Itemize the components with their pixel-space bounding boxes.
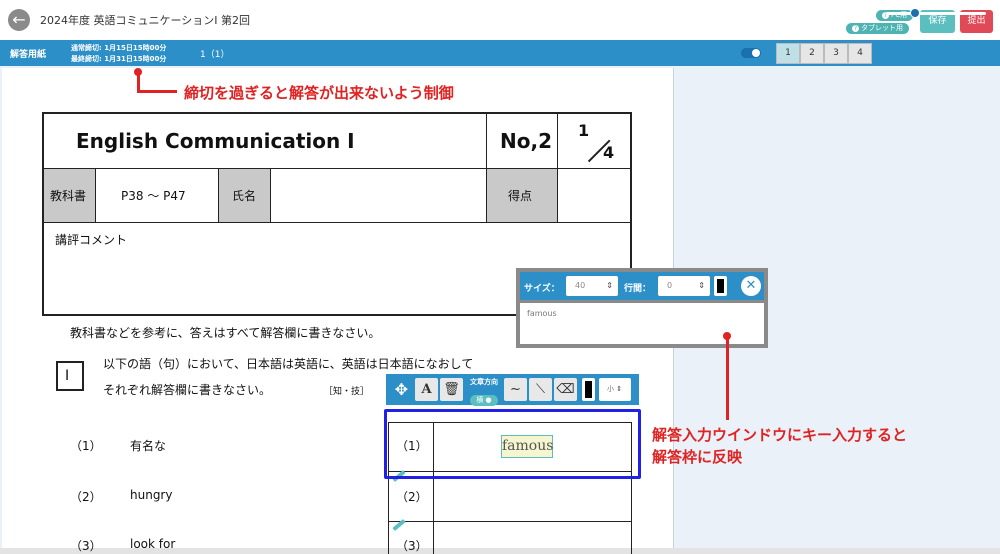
section-instruction-line2: それぞれ解答欄に書きなさい。 (103, 383, 272, 397)
size-label: サイズ： (524, 284, 560, 294)
answer-box-2[interactable] (434, 472, 632, 521)
eraser-icon[interactable]: ⌫ (554, 378, 577, 401)
page-button-2[interactable]: 2 (800, 43, 824, 64)
line-spacing-label: 行間： (624, 284, 652, 294)
text-direction-control[interactable]: 文章方向 横 ● (468, 377, 500, 406)
section-number: Ⅰ (65, 368, 70, 384)
pen-color-picker[interactable] (582, 378, 595, 401)
freehand-pen-icon[interactable]: ~ (504, 378, 527, 401)
drawing-toolbar: ✥ A 🗑 文章方向 横 ● ~ ⟍ ⌫ 小 ⇕ (386, 374, 639, 406)
section-tag: ［知・技］ (324, 387, 370, 397)
close-icon[interactable]: ✕ (741, 276, 761, 296)
question-text: look for (130, 537, 176, 551)
annotation-line (137, 90, 177, 93)
updown-icon: ⇕ (616, 385, 623, 393)
tablet-mode-button[interactable]: ? タブレット用 (846, 23, 909, 34)
pen-size-select[interactable]: 小 ⇕ (599, 378, 631, 401)
help-icon: ? (852, 25, 859, 32)
sheet-toolbar: 解答用紙 通常締切: 1月15日15時00分 最終締切: 1月31日15時00分… (0, 40, 1000, 66)
page-indicator: 1（1） (200, 50, 230, 60)
deadline-annotation: 締切を過ぎると解答が出来ないよう制御 (184, 84, 454, 102)
worksheet-number: No,2 (500, 129, 552, 153)
table-rule (557, 112, 558, 223)
answer-row-number: （3） (396, 539, 428, 553)
sheet-label: 解答用紙 (10, 50, 47, 60)
text-tool-button[interactable]: A (415, 378, 438, 401)
worksheet-title: English Communication Ⅰ (76, 129, 355, 153)
section-instruction-line1: 以下の語（句）において、日本語は英語に、英語は日本語になおして (103, 357, 474, 371)
page-button-1[interactable]: 1 (776, 43, 800, 64)
line-spacing-select[interactable]: 0 ⇕ (658, 276, 710, 296)
question-number: （3） (70, 539, 102, 553)
table-rule (42, 222, 632, 223)
input-annotation-line2: 解答枠に反映 (652, 448, 743, 466)
textbook-label: 教科書 (50, 189, 87, 203)
textbook-pages: P38 〜 P47 (121, 189, 186, 203)
text-direction-toggle[interactable]: 横 ● (470, 395, 498, 406)
question-text: hungry (130, 488, 173, 502)
text-color-picker[interactable] (714, 276, 727, 296)
updown-icon: ⇕ (698, 281, 705, 290)
active-answer-highlight (384, 409, 641, 479)
zoom-slider[interactable] (886, 12, 986, 15)
annotation-line (726, 336, 729, 420)
page-title: 2024年度 英語コミュニケーションⅠ 第2回 (40, 14, 251, 27)
color-swatch (585, 381, 592, 398)
comment-label: 講評コメント (55, 233, 128, 247)
back-button[interactable]: ← (8, 9, 30, 31)
input-window-toolbar: サイズ： 40 ⇕ 行間： 0 ⇕ ✕ (520, 272, 764, 300)
normal-deadline: 通常締切: 1月15日15時00分 (71, 44, 167, 52)
section-number-box (56, 361, 84, 391)
table-rule (270, 168, 271, 223)
view-toggle[interactable] (741, 48, 761, 58)
updown-icon: ⇕ (606, 281, 613, 290)
color-swatch (717, 279, 724, 293)
input-annotation-line1: 解答入力ウインドウにキー入力すると (652, 426, 908, 444)
question-number: （1） (70, 439, 102, 453)
final-deadline: 最終締切: 1月31日15時00分 (71, 55, 167, 63)
arrow-left-icon: ← (12, 10, 26, 29)
move-icon[interactable]: ✥ (390, 378, 413, 401)
fraction-numerator: 1 (578, 121, 590, 140)
answer-row-number: （2） (396, 490, 428, 504)
name-label: 氏名 (232, 189, 257, 203)
instruction-text: 教科書などを参考に、答えはすべて解答欄に書きなさい。 (70, 326, 381, 340)
table-rule (95, 168, 96, 223)
question-text: 有名な (130, 439, 167, 453)
page-button-4[interactable]: 4 (848, 43, 872, 64)
size-select[interactable]: 40 ⇕ (566, 276, 618, 296)
annotation-line (137, 72, 140, 92)
question-number: （2） (70, 490, 102, 504)
toggle-knob (752, 49, 760, 57)
app-header: ← 2024年度 英語コミュニケーションⅠ 第2回 ? PC用 ? タブレット用 保… (0, 0, 1000, 40)
trash-icon[interactable]: 🗑 (440, 378, 463, 401)
page-button-3[interactable]: 3 (824, 43, 848, 64)
line-icon[interactable]: ⟍ (529, 378, 552, 401)
answer-box-3[interactable] (434, 522, 632, 554)
zoom-slider-handle[interactable] (910, 8, 920, 18)
text-direction-label: 文章方向 (470, 378, 498, 386)
score-label: 得点 (508, 189, 533, 203)
fraction-denominator: 4 (603, 143, 615, 162)
